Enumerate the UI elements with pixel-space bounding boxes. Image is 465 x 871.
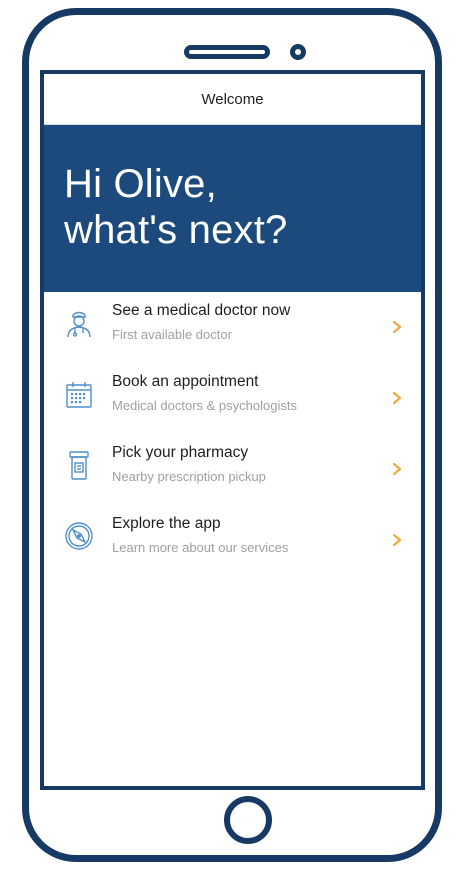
menu-item-see-doctor[interactable]: See a medical doctor now First available… <box>44 292 421 363</box>
front-camera <box>290 44 306 60</box>
prescription-bottle-icon <box>62 448 96 482</box>
action-menu: See a medical doctor now First available… <box>44 292 421 576</box>
chevron-right-icon <box>391 462 403 476</box>
menu-item-title: Pick your pharmacy <box>112 444 249 461</box>
phone-screen: Welcome Hi Olive, what's next? See a med… <box>40 70 425 790</box>
compass-icon <box>62 519 96 553</box>
calendar-icon <box>62 377 96 411</box>
speaker-slot <box>184 45 270 59</box>
menu-item-title: See a medical doctor now <box>112 302 291 319</box>
home-button[interactable] <box>224 796 272 844</box>
menu-item-explore-app[interactable]: Explore the app Learn more about our ser… <box>44 505 421 576</box>
title-bar: Welcome <box>44 74 421 125</box>
menu-item-title: Book an appointment <box>112 373 259 390</box>
doctor-icon <box>62 306 96 340</box>
menu-item-book-appointment[interactable]: Book an appointment Medical doctors & ps… <box>44 363 421 434</box>
greeting-banner: Hi Olive, what's next? <box>44 125 421 292</box>
menu-item-pick-pharmacy[interactable]: Pick your pharmacy Nearby prescription p… <box>44 434 421 505</box>
chevron-right-icon <box>391 391 403 405</box>
greeting-line-2: what's next? <box>64 208 288 252</box>
menu-item-subtitle: Medical doctors & psychologists <box>112 398 297 413</box>
greeting-line-1: Hi Olive, <box>64 162 217 206</box>
menu-item-subtitle: Nearby prescription pickup <box>112 469 266 484</box>
screen-title: Welcome <box>201 90 264 108</box>
chevron-right-icon <box>391 320 403 334</box>
menu-item-subtitle: Learn more about our services <box>112 540 289 555</box>
menu-item-subtitle: First available doctor <box>112 327 232 342</box>
chevron-right-icon <box>391 533 403 547</box>
menu-item-title: Explore the app <box>112 515 221 532</box>
